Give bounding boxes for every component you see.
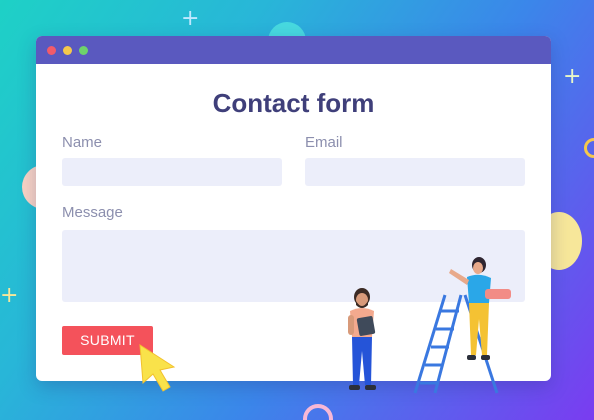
decor-ring-pink — [303, 404, 333, 420]
name-field[interactable] — [62, 158, 282, 186]
arrow-cursor-icon — [139, 344, 176, 392]
decor-ring-orange — [584, 138, 594, 158]
sparkle-icon: + — [181, 6, 200, 31]
minimize-dot-icon[interactable] — [63, 45, 72, 55]
woman-on-ladder-illustration — [413, 257, 511, 394]
message-label: Message — [62, 204, 123, 221]
email-label: Email — [305, 134, 343, 151]
name-label: Name — [62, 134, 103, 151]
maximize-dot-icon[interactable] — [79, 45, 88, 55]
form-title: Contact form — [212, 88, 375, 118]
sparkle-icon: + — [563, 64, 582, 89]
close-dot-icon[interactable] — [47, 45, 56, 55]
email-field[interactable] — [305, 158, 525, 186]
sparkle-icon: + — [0, 283, 19, 308]
man-with-clipboard-illustration — [348, 288, 376, 390]
window-titlebar — [36, 36, 551, 64]
